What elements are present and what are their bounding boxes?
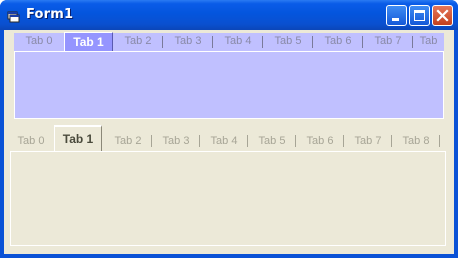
tab-bottom-8[interactable]: Tab 8 (392, 134, 440, 151)
tab-top-8[interactable]: Tab (413, 33, 444, 51)
tab-label: Tab 5 (258, 135, 286, 147)
tab-bottom-5[interactable]: Tab 5 (248, 134, 296, 151)
tab-label: Tab 8 (402, 135, 430, 147)
tab-label: Tab 7 (354, 135, 382, 147)
maximize-icon (414, 10, 425, 21)
tab-label: Tab 4 (224, 35, 252, 47)
tab-top-4[interactable]: Tab 4 (213, 33, 263, 51)
tabstrip-top: Tab 0 Tab 1 Tab 2 Tab 3 Tab 4 Tab 5 Tab … (14, 32, 446, 52)
tab-panel-bottom (10, 151, 446, 246)
tab-bottom-7[interactable]: Tab 7 (344, 134, 392, 151)
tab-bottom-2[interactable]: Tab 2 (104, 134, 152, 151)
minimize-button[interactable] (386, 5, 407, 26)
tab-bottom-4[interactable]: Tab 4 (200, 134, 248, 151)
tab-top-6[interactable]: Tab 6 (313, 33, 363, 51)
tab-top-2[interactable]: Tab 2 (113, 33, 163, 51)
tab-bottom-6[interactable]: Tab 6 (296, 134, 344, 151)
tab-label: Tab 1 (73, 35, 104, 49)
tab-label: Tab (419, 35, 438, 47)
tab-label: Tab 2 (114, 135, 142, 147)
tab-label: Tab 0 (25, 35, 53, 47)
title-bar[interactable]: Form1 (0, 0, 458, 30)
form-window: Form1 Tab 0 Tab 1 Tab 2 Tab 3 Tab 4 Tab … (0, 0, 458, 258)
tab-top-0[interactable]: Tab 0 (14, 33, 64, 51)
form-client-area: Tab 0 Tab 1 Tab 2 Tab 3 Tab 4 Tab 5 Tab … (4, 30, 454, 254)
tabstrip-bottom: Tab 0 Tab 1 Tab 2 Tab 3 Tab 4 Tab 5 Tab … (10, 125, 450, 152)
tab-top-3[interactable]: Tab 3 (163, 33, 213, 51)
tab-top-7[interactable]: Tab 7 (363, 33, 413, 51)
tab-label: Tab 1 (62, 132, 94, 146)
tab-label: Tab 6 (306, 135, 334, 147)
close-icon (436, 9, 449, 22)
tab-label: Tab 5 (274, 35, 302, 47)
tab-label: Tab 0 (17, 135, 45, 147)
tab-label: Tab 3 (174, 35, 202, 47)
tab-label: Tab 6 (324, 35, 352, 47)
maximize-button[interactable] (409, 5, 430, 26)
tab-bottom-0[interactable]: Tab 0 (10, 134, 52, 151)
tab-separator (439, 135, 440, 147)
tab-label: Tab 3 (162, 135, 190, 147)
tab-panel-top (14, 51, 444, 119)
tab-label: Tab 7 (374, 35, 402, 47)
tab-bottom-1[interactable]: Tab 1 (54, 125, 102, 152)
window-title: Form1 (26, 7, 74, 22)
tab-label: Tab 2 (124, 35, 152, 47)
tab-bottom-3[interactable]: Tab 3 (152, 134, 200, 151)
tab-label: Tab 4 (210, 135, 238, 147)
close-button[interactable] (432, 5, 453, 26)
form-icon[interactable] (7, 8, 20, 23)
minimize-icon (392, 18, 399, 21)
tab-top-1[interactable]: Tab 1 (64, 32, 113, 52)
tab-top-5[interactable]: Tab 5 (263, 33, 313, 51)
